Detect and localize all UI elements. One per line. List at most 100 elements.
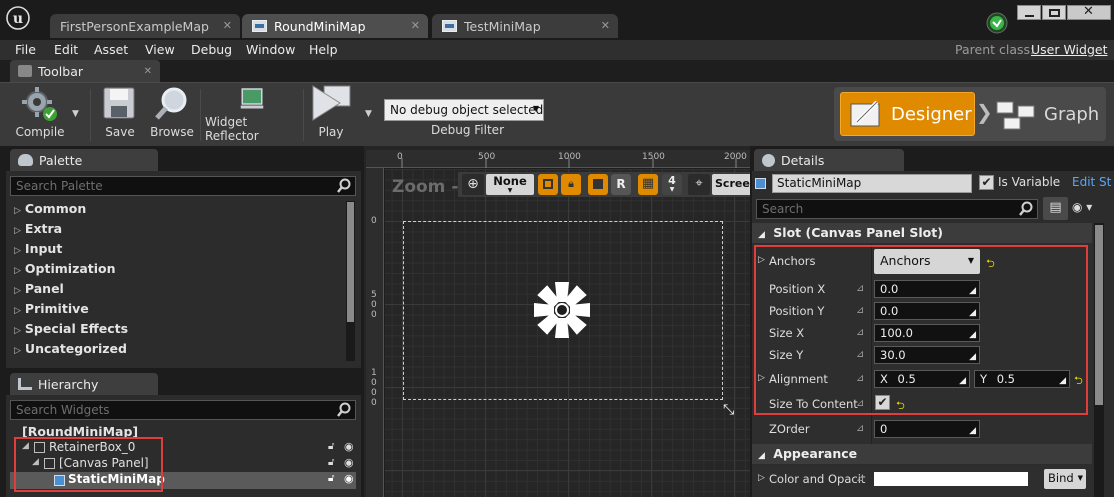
close-window-button[interactable]: ✕	[1067, 4, 1111, 20]
respect-locks-button[interactable]: R	[611, 174, 631, 195]
compile-gear-icon	[22, 87, 57, 121]
parent-class-link[interactable]: User Widget	[1031, 42, 1107, 57]
palette-category-special-effects[interactable]: Special Effects	[14, 321, 128, 336]
zorder-input[interactable]: 0 ◢	[874, 420, 980, 438]
mode-arrow-icon: ❯	[976, 100, 993, 124]
close-tab-icon[interactable]: ✕	[601, 19, 610, 32]
ruler-tick-label: 0	[371, 216, 377, 226]
menu-asset[interactable]: Asset	[94, 42, 128, 57]
edit-style-link[interactable]: Edit St	[1072, 175, 1111, 189]
localization-none-label: None	[493, 174, 527, 188]
debug-filter-label: Debug Filter	[431, 123, 504, 137]
color-swatch[interactable]	[874, 472, 1028, 486]
tab-roundminimap[interactable]: RoundMiniMap ✕	[242, 14, 428, 38]
compile-button[interactable]: Compile	[10, 83, 70, 143]
lock-icon[interactable]: 🔓︎	[328, 441, 334, 452]
close-tab-icon[interactable]: ✕	[223, 19, 232, 32]
close-tab-icon[interactable]: ✕	[144, 66, 152, 77]
maximize-button[interactable]	[1042, 5, 1066, 20]
anchor-medallion-icon[interactable]	[530, 278, 594, 342]
designer-viewport[interactable]: 0 500 1000 1500 2000 0 5 0 0 1 0 0 0 ⤡ Z…	[366, 150, 750, 497]
save-button[interactable]: Save	[98, 83, 142, 143]
palette-category-primitive[interactable]: Primitive	[14, 301, 89, 316]
play-button[interactable]: Play	[308, 83, 354, 143]
ruler-tick-label: 5 0 0	[371, 290, 377, 320]
grid-snap-toggle[interactable]	[588, 174, 608, 195]
details-search-placeholder: Search	[762, 202, 804, 216]
menu-file[interactable]: File	[15, 42, 36, 57]
menu-view[interactable]: View	[145, 42, 175, 57]
palette-category-input[interactable]: Input	[14, 241, 62, 256]
grid-size-dropdown[interactable]: 4 ▼	[662, 174, 682, 195]
close-tab-icon[interactable]: ✕	[411, 19, 420, 32]
transform-button[interactable]	[538, 174, 558, 195]
visibility-eye-icon[interactable]: ◉	[344, 472, 354, 485]
menu-help[interactable]: Help	[309, 42, 338, 57]
minimize-button[interactable]	[1017, 5, 1041, 20]
drag-arrow-icon: ◢	[969, 426, 976, 436]
toolbar-tab[interactable]: Toolbar ✕	[10, 60, 160, 82]
screen-size-icon[interactable]: ⌖	[688, 174, 710, 195]
lock-icon[interactable]: 🔓︎	[328, 473, 334, 484]
visibility-filter-icon[interactable]: ◉ ▾	[1072, 200, 1092, 214]
hierarchy-panel: Search Widgets [RoundMiniMap] ◢ Retainer…	[6, 395, 361, 497]
color-expand-arrow-icon[interactable]: ▷	[758, 473, 765, 483]
collapse-arrow-icon: ◢	[758, 451, 765, 461]
hierarchy-search-input[interactable]: Search Widgets	[10, 400, 356, 420]
widget-name-input[interactable]: StaticMiniMap	[772, 174, 972, 193]
browse-button[interactable]: Browse	[148, 83, 196, 143]
palette-category-extra[interactable]: Extra	[14, 221, 62, 236]
palette-scrollbar[interactable]	[346, 201, 355, 361]
details-tab[interactable]: Details	[754, 149, 904, 171]
palette-category-common[interactable]: Common	[14, 201, 86, 216]
menu-debug[interactable]: Debug	[191, 42, 232, 57]
toolbar-separator	[200, 89, 201, 141]
palette-category-panel[interactable]: Panel	[14, 281, 64, 296]
svg-text:u: u	[13, 11, 23, 27]
resize-handle-icon[interactable]: ⤡	[723, 402, 734, 418]
tab-firstpersonexamplemap[interactable]: FirstPersonExampleMap ✕	[50, 14, 240, 38]
widget-reflector-button[interactable]: Widget Reflector	[205, 83, 299, 143]
designer-mode-button[interactable]: Designer	[840, 92, 975, 136]
menu-window[interactable]: Window	[246, 42, 295, 57]
tab-testminimap[interactable]: TestMiniMap ✕	[432, 14, 618, 38]
palette-search-input[interactable]: Search Palette	[10, 176, 356, 196]
grid-toggle-button[interactable]: ▦	[638, 174, 658, 195]
binding-pin-icon[interactable]: ⊿	[856, 473, 864, 484]
ruler-tick-label: 1000	[558, 152, 581, 162]
is-variable-checkbox[interactable]: ✔	[979, 175, 994, 190]
details-scrollbar[interactable]	[1094, 223, 1104, 497]
lock-toggle-button[interactable]: 🔒︎	[561, 174, 581, 195]
property-matrix-button[interactable]: ▤	[1043, 197, 1068, 220]
play-options-dropdown[interactable]: ▼	[365, 109, 372, 119]
details-title: Details	[781, 152, 825, 168]
ruler-tick-label: 2000	[724, 152, 747, 162]
binding-pin-icon[interactable]: ⊿	[856, 423, 864, 434]
chevron-down-icon: ▼	[669, 186, 675, 193]
appearance-section-header[interactable]: ◢ Appearance	[752, 444, 1092, 464]
hierarchy-title: Hierarchy	[38, 376, 99, 392]
screen-size-dropdown[interactable]: Scree	[712, 174, 750, 195]
visibility-eye-icon[interactable]: ◉	[344, 440, 354, 453]
debug-object-value: No debug object selected	[390, 103, 544, 117]
lock-icon[interactable]: 🔓︎	[328, 457, 334, 468]
bind-dropdown[interactable]: Bind ▼	[1044, 469, 1086, 489]
debug-object-select[interactable]: No debug object selected ▼	[384, 99, 544, 121]
visibility-eye-icon[interactable]: ◉	[344, 456, 354, 469]
palette-category-optimization[interactable]: Optimization	[14, 261, 116, 276]
hierarchy-tab[interactable]: Hierarchy	[10, 373, 158, 395]
palette-category-uncategorized[interactable]: Uncategorized	[14, 341, 127, 356]
source-control-status-icon[interactable]	[986, 12, 1008, 34]
palette-tab[interactable]: Palette	[10, 149, 158, 171]
chevron-down-icon: ▼	[507, 187, 513, 194]
unreal-logo-icon[interactable]: u	[6, 6, 30, 30]
localization-none-dropdown[interactable]: None ▼	[486, 174, 534, 195]
slot-section-header[interactable]: ◢ Slot (Canvas Panel Slot)	[752, 223, 1092, 243]
globe-button[interactable]: ⊕	[462, 174, 484, 195]
menu-edit[interactable]: Edit	[54, 42, 78, 57]
widget-reflector-icon	[240, 88, 264, 109]
screen-size-label: Scree	[715, 177, 750, 190]
compile-options-dropdown[interactable]: ▼	[72, 109, 79, 119]
graph-mode-button[interactable]: Graph	[994, 92, 1104, 136]
details-search-input[interactable]: Search	[756, 199, 1038, 219]
